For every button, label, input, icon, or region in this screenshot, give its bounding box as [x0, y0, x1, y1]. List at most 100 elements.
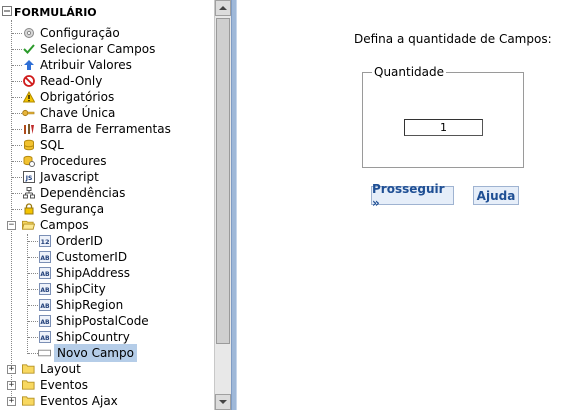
field-item-customerid[interactable]: AB CustomerID [38, 249, 129, 265]
field-item-shipcountry[interactable]: AB ShipCountry [38, 329, 132, 345]
number-field-icon: 12 [38, 235, 51, 248]
field-item-label-selected: Novo Campo [54, 344, 137, 362]
tree-item-procedures[interactable]: Procedures [22, 153, 109, 169]
svg-text:JS: JS [24, 175, 32, 182]
form-root-icon [2, 5, 12, 19]
svg-text:12: 12 [40, 238, 49, 246]
field-item-orderid[interactable]: 12 OrderID [38, 233, 105, 249]
field-item-label: ShipRegion [56, 298, 124, 312]
tree-item-javascript[interactable]: JS Javascript [22, 169, 101, 185]
tree-item-barra-ferramentas[interactable]: Barra de Ferramentas [22, 121, 173, 137]
text-field-icon: AB [38, 331, 51, 344]
folder-icon [22, 363, 35, 376]
tree-item-eventos-ajax[interactable]: Eventos Ajax [22, 393, 120, 409]
field-item-novo-campo[interactable]: Novo Campo [38, 344, 137, 362]
tree-item-label: SQL [40, 138, 64, 152]
text-field-icon: AB [38, 315, 51, 328]
field-item-shipaddress[interactable]: AB ShipAddress [38, 265, 132, 281]
tree-item-label: Eventos [40, 378, 88, 392]
toolbar-icon [22, 123, 35, 136]
check-icon [22, 43, 35, 56]
tree-item-label: Javascript [40, 170, 99, 184]
lock-icon [22, 203, 35, 216]
quantity-input[interactable] [404, 119, 483, 136]
field-item-shipcity[interactable]: AB ShipCity [38, 281, 108, 297]
help-button[interactable]: Ajuda [473, 186, 519, 205]
field-item-label: ShipCity [56, 282, 106, 296]
tree-item-atribuir-valores[interactable]: Atribuir Valores [22, 57, 134, 73]
arrow-up-icon [219, 6, 227, 10]
svg-text:AB: AB [40, 287, 50, 294]
field-item-label: ShipPostalCode [56, 314, 149, 328]
tree-root-label: FORMULÁRIO [14, 5, 97, 19]
tree-item-label: Barra de Ferramentas [40, 122, 171, 136]
tree-item-sql[interactable]: SQL [22, 137, 66, 153]
tree-item-dependencias[interactable]: Dependências [22, 185, 127, 201]
gear-icon [22, 27, 35, 40]
svg-text:AB: AB [40, 255, 50, 262]
new-field-icon [38, 347, 51, 360]
tree-item-label: Chave Única [40, 106, 116, 120]
tree-item-label: Selecionar Campos [40, 42, 156, 56]
layout-expand-toggle[interactable]: + [7, 365, 16, 374]
quantity-prompt: Defina a quantidade de Campos: [354, 32, 552, 46]
quantity-legend: Quantidade [372, 65, 447, 79]
javascript-icon: JS [22, 171, 35, 184]
text-field-icon: AB [38, 299, 51, 312]
tree-item-configuracao[interactable]: Configuração [22, 25, 122, 41]
field-item-label: CustomerID [56, 250, 128, 264]
tree-item-campos[interactable]: Campos [22, 217, 91, 233]
svg-text:AB: AB [40, 271, 50, 278]
arrow-up-icon [22, 59, 35, 72]
tree-root[interactable]: FORMULÁRIO [2, 4, 97, 20]
scroll-down-button[interactable] [215, 394, 231, 410]
tree-scrollbar[interactable] [214, 0, 231, 410]
tree-item-label: Configuração [40, 26, 120, 40]
database-icon [22, 139, 35, 152]
tree-item-label: Atribuir Valores [40, 58, 132, 72]
tree-item-label: Dependências [40, 186, 126, 200]
dependency-icon [22, 187, 35, 200]
tree-item-read-only[interactable]: Read-Only [22, 73, 104, 89]
tree-item-chave-unica[interactable]: Chave Única [22, 105, 117, 121]
form-panel: Defina a quantidade de Campos: Quantidad… [237, 0, 584, 410]
folder-open-icon [22, 219, 35, 232]
tree-item-obrigatorios[interactable]: Obrigatórios [22, 89, 116, 105]
tree-panel: FORMULÁRIO − + + + Configuração Selecion… [0, 0, 214, 410]
field-item-label: ShipAddress [56, 266, 130, 280]
svg-text:AB: AB [40, 303, 50, 310]
procedure-icon [22, 155, 35, 168]
arrow-down-icon [219, 400, 227, 404]
svg-text:AB: AB [40, 319, 50, 326]
prohibited-icon [22, 75, 35, 88]
field-item-label: OrderID [56, 234, 103, 248]
tree-item-label: Procedures [40, 154, 107, 168]
folder-icon [22, 379, 35, 392]
tree-item-label: Eventos Ajax [40, 394, 118, 408]
field-item-shippostalcode[interactable]: AB ShipPostalCode [38, 313, 151, 329]
proceed-button[interactable]: Prosseguir » [371, 182, 454, 210]
scroll-thumb[interactable] [216, 18, 230, 344]
tree-item-eventos[interactable]: Eventos [22, 377, 90, 393]
text-field-icon: AB [38, 283, 51, 296]
tree-item-label: Obrigatórios [40, 90, 115, 104]
field-item-label: ShipCountry [56, 330, 130, 344]
eventos-ajax-expand-toggle[interactable]: + [7, 397, 16, 406]
text-field-icon: AB [38, 251, 51, 264]
scroll-up-button[interactable] [215, 0, 231, 16]
eventos-expand-toggle[interactable]: + [7, 381, 16, 390]
tree-item-label: Campos [40, 218, 89, 232]
warning-icon [22, 91, 35, 104]
folder-icon [22, 395, 35, 408]
campos-collapse-toggle[interactable]: − [7, 221, 16, 230]
text-field-icon: AB [38, 267, 51, 280]
key-icon [22, 107, 35, 120]
tree-item-label: Segurança [40, 202, 105, 216]
tree-item-label: Layout [40, 362, 81, 376]
tree-item-layout[interactable]: Layout [22, 361, 83, 377]
tree-item-selecionar-campos[interactable]: Selecionar Campos [22, 41, 157, 57]
tree-item-seguranca[interactable]: Segurança [22, 201, 106, 217]
field-item-shipregion[interactable]: AB ShipRegion [38, 297, 125, 313]
tree-item-label: Read-Only [40, 74, 103, 88]
svg-text:AB: AB [40, 335, 50, 342]
